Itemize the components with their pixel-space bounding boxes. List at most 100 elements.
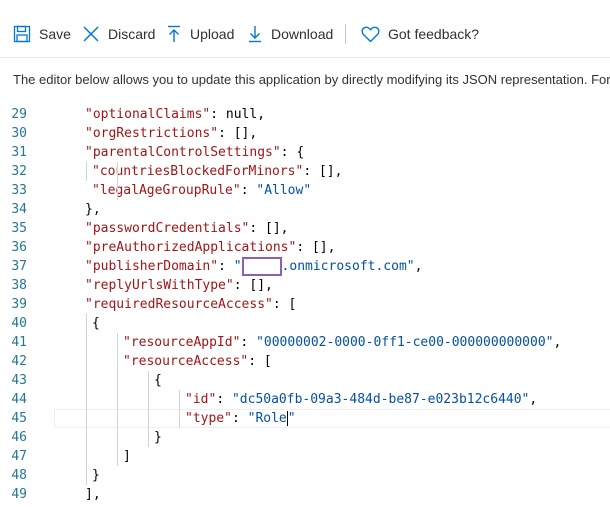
indent-guide <box>86 314 87 485</box>
json-key: resourceAppId <box>130 335 233 350</box>
code-text: { <box>92 314 100 333</box>
line-number: 32 <box>11 164 27 179</box>
json-punctuation: : <box>216 392 232 407</box>
code-punctuation: ] <box>123 449 131 464</box>
line-number: 49 <box>11 487 27 502</box>
code-punctuation: { <box>154 373 162 388</box>
code-text: ] <box>123 447 131 466</box>
json-punctuation: : [], <box>218 126 258 141</box>
code-line[interactable]: 33 "legalAgeGroupRule": "Allow" <box>0 181 610 200</box>
code-text: "requiredResourceAccess": [ <box>85 297 297 312</box>
code-text: } <box>92 466 100 485</box>
code-line[interactable]: 49], <box>0 485 610 504</box>
json-key: replyUrlsWithType <box>92 278 226 293</box>
line-number: 47 <box>11 449 27 464</box>
save-label: Save <box>39 26 71 42</box>
code-line[interactable]: 39 "requiredResourceAccess": [ <box>0 295 610 314</box>
indent-guide <box>117 333 118 466</box>
line-number: 37 <box>11 259 27 274</box>
line-number: 44 <box>11 392 27 407</box>
code-text: "parentalControlSettings": { <box>85 145 305 160</box>
save-icon <box>13 25 31 43</box>
json-punctuation: , <box>553 335 562 350</box>
download-icon <box>247 25 263 43</box>
feedback-button[interactable]: Got feedback? <box>361 22 479 46</box>
code-line[interactable]: 31 "parentalControlSettings": { <box>0 143 610 162</box>
upload-icon <box>166 25 182 43</box>
discard-label: Discard <box>108 26 156 42</box>
code-line[interactable]: 38 "replyUrlsWithType": [], <box>0 276 610 295</box>
json-punctuation: : <box>231 411 248 426</box>
json-value: "00000002-0000-0ff1-ce00-000000000000" <box>256 335 554 350</box>
code-text: { <box>154 371 162 390</box>
json-punctuation: : null, <box>210 107 266 122</box>
code-punctuation: { <box>92 316 100 331</box>
json-punctuation: : [], <box>249 221 289 236</box>
indent-guide <box>117 162 118 200</box>
code-punctuation: } <box>92 468 100 483</box>
code-line[interactable]: 37 "publisherDomain": " .onmicrosoft.com", <box>0 257 610 276</box>
json-key: parentalControlSettings <box>92 145 273 160</box>
heart-icon <box>361 26 380 43</box>
json-key: publisherDomain <box>92 259 211 274</box>
json-punctuation: : [ <box>272 297 297 312</box>
code-line[interactable]: 30 "orgRestrictions": [], <box>0 124 610 143</box>
code-text: "resourceAccess": [ <box>123 354 272 369</box>
code-text: }, <box>85 200 101 219</box>
code-line[interactable]: 35 "passwordCredentials": [], <box>0 219 610 238</box>
upload-button[interactable]: Upload <box>166 22 234 46</box>
line-number: 38 <box>11 278 27 293</box>
line-number: 42 <box>11 354 27 369</box>
line-number: 40 <box>11 316 27 331</box>
json-punctuation: : <box>240 183 257 198</box>
code-line[interactable]: 36 "preAuthorizedApplications": [], <box>0 238 610 257</box>
line-number: 30 <box>11 126 27 141</box>
json-value: "Allow" <box>256 183 312 198</box>
code-line[interactable]: 48} <box>0 466 610 485</box>
close-icon <box>82 25 100 43</box>
json-key: orgRestrictions <box>92 126 211 141</box>
code-text: "countriesBlockedForMinors": [], <box>92 164 343 179</box>
code-line[interactable]: 44 "id": "dc50a0fb-09a3-484d-be87-e023b12… <box>0 390 610 409</box>
line-number: 31 <box>11 145 27 160</box>
json-value: " <box>233 259 242 274</box>
json-punctuation: : [], <box>296 240 336 255</box>
json-punctuation: , <box>414 259 423 274</box>
json-key: passwordCredentials <box>92 221 242 236</box>
json-key: resourceAccess <box>130 354 241 369</box>
code-line[interactable]: 43 { <box>0 371 610 390</box>
code-line[interactable]: 29 "optionalClaims": null, <box>0 106 610 124</box>
json-key: legalAgeGroupRule <box>99 183 233 198</box>
code-line[interactable]: 47] <box>0 447 610 466</box>
json-punctuation: : [], <box>303 164 343 179</box>
redacted-domain <box>241 257 282 276</box>
json-value: "dc50a0fb-09a3-484d-be87-e023b12c6440" <box>231 392 530 407</box>
json-editor[interactable]: 29 "optionalClaims": null, 30 "orgRestricti… <box>0 106 610 507</box>
download-button[interactable]: Download <box>247 22 333 46</box>
toolbar-divider <box>345 24 346 44</box>
code-text: "resourceAppId": "00000002-0000-0ff1-ce0… <box>123 335 562 350</box>
code-line[interactable]: 32 "countriesBlockedForMinors": [], <box>0 162 610 181</box>
json-punctuation: : <box>218 259 234 274</box>
line-number: 43 <box>11 373 27 388</box>
code-text: "id": "dc50a0fb-09a3-484d-be87-e023b12c6… <box>185 392 538 407</box>
code-line[interactable]: 34}, <box>0 200 610 219</box>
discard-button[interactable]: Discard <box>82 22 155 46</box>
json-value: .onmicrosoft.com" <box>281 259 415 274</box>
line-number: 33 <box>11 183 27 198</box>
code-punctuation: } <box>154 430 162 445</box>
code-punctuation: ], <box>85 487 101 502</box>
line-number: 45 <box>11 411 27 426</box>
save-button[interactable]: Save <box>13 22 71 46</box>
code-text: "orgRestrictions": [], <box>85 126 258 141</box>
line-number: 48 <box>11 468 27 483</box>
code-line[interactable]: 41 "resourceAppId": "00000002-0000-0ff1-c… <box>0 333 610 352</box>
editor-description: The editor below allows you to update th… <box>13 72 610 87</box>
code-line[interactable]: 46} <box>0 428 610 447</box>
json-punctuation: , <box>529 392 538 407</box>
code-line[interactable]: 45 "type": "Role" <box>0 409 610 428</box>
code-text: "publisherDomain": " .onmicrosoft.com", <box>85 257 423 276</box>
code-line[interactable]: 40 { <box>0 314 610 333</box>
code-line[interactable]: 42 "resourceAccess": [ <box>0 352 610 371</box>
indent-guide <box>86 162 87 181</box>
